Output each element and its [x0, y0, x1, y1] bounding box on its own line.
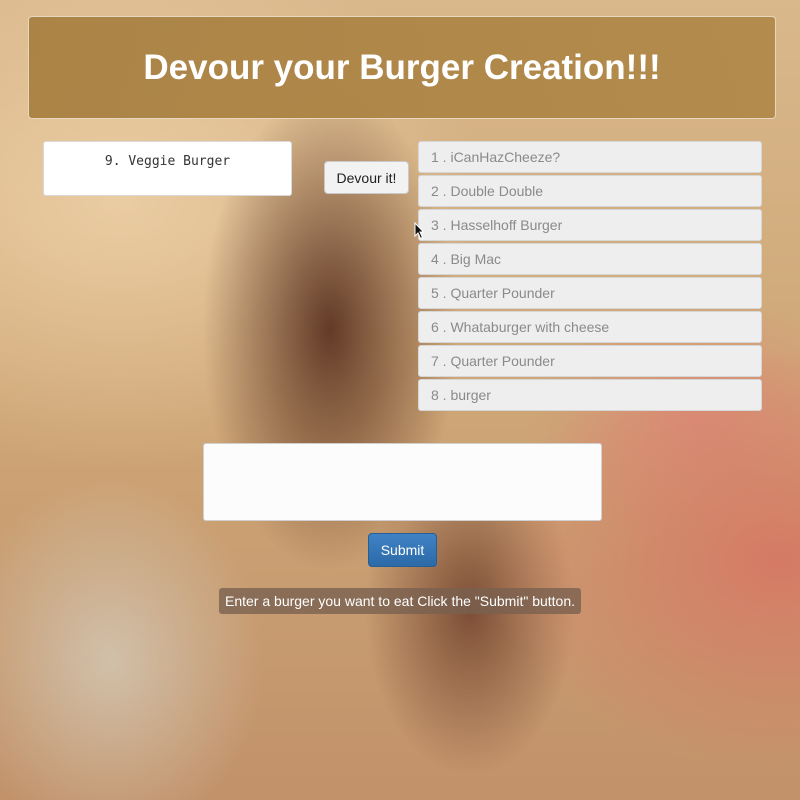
devour-button[interactable]: Devour it!	[324, 161, 409, 194]
instruction-hint: Enter a burger you want to eat Click the…	[219, 588, 582, 614]
burger-list-item[interactable]: 8 . burger	[418, 379, 762, 411]
header-banner: Devour your Burger Creation!!!	[28, 16, 776, 119]
submit-button[interactable]: Submit	[368, 533, 437, 567]
burger-list: 1 . iCanHazCheeze? 2 . Double Double 3 .…	[418, 141, 762, 413]
burger-list-item[interactable]: 3 . Hasselhoff Burger	[418, 209, 762, 241]
selected-burger-display: 9. Veggie Burger	[43, 141, 292, 196]
burger-name-input[interactable]	[203, 443, 602, 521]
burger-list-item[interactable]: 5 . Quarter Pounder	[418, 277, 762, 309]
burger-list-item[interactable]: 4 . Big Mac	[418, 243, 762, 275]
burger-list-item[interactable]: 1 . iCanHazCheeze?	[418, 141, 762, 173]
burger-list-item[interactable]: 7 . Quarter Pounder	[418, 345, 762, 377]
burger-list-item[interactable]: 6 . Whataburger with cheese	[418, 311, 762, 343]
burger-list-item[interactable]: 2 . Double Double	[418, 175, 762, 207]
mouse-pointer-icon	[414, 222, 424, 240]
page-title: Devour your Burger Creation!!!	[143, 47, 661, 87]
